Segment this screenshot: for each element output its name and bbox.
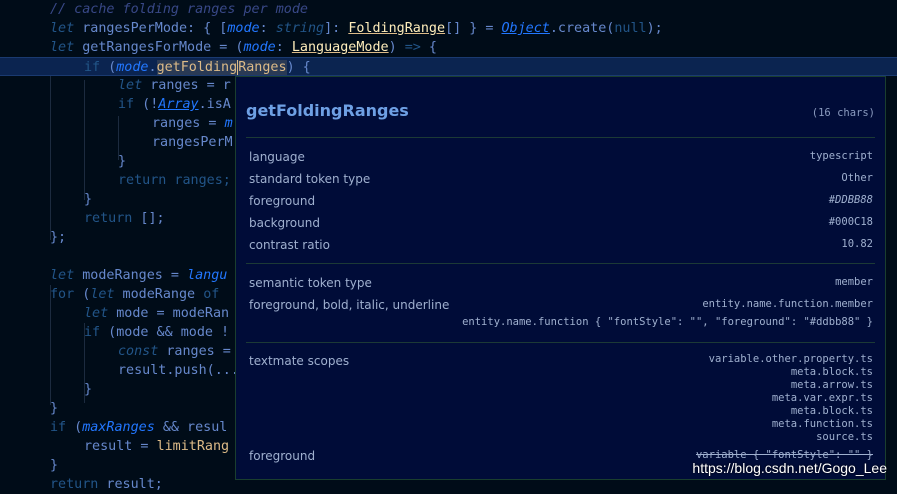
inspector-row-foreground: foreground #DDBB88 [249,194,873,208]
inspector-row-fg-style-detail: entity.name.function { "fontStyle": "", … [462,316,873,328]
scope-item: meta.block.ts [790,366,873,378]
comment-token: // cache folding ranges per mode [50,2,308,17]
scope-item: variable.other.property.ts [708,353,873,365]
char-count: (16 chars) [811,107,875,119]
code-line[interactable]: let rangesPerMode: { [mode: string]: Fol… [0,19,897,38]
code-line[interactable]: // cache folding ranges per mode [0,0,897,19]
divider [246,263,875,264]
inspector-row-semantic: semantic token type member [249,276,873,290]
inspector-row-fg-style: foreground, bold, italic, underline entit… [249,298,873,312]
inspector-row-contrast: contrast ratio 10.82 [249,238,873,252]
scope-item: source.ts [816,431,873,443]
code-line-current[interactable]: if (mode.getFoldingRanges) { [0,57,897,76]
token-title: getFoldingRanges [246,101,409,120]
code-line[interactable]: let getRangesForMode = (mode: LanguageMo… [0,38,897,57]
divider [246,342,875,343]
scope-item: meta.var.expr.ts [771,392,873,404]
keyword-token: let [50,21,75,36]
inspector-row-token-type: standard token type Other [249,172,873,186]
watermark: https://blog.csdn.net/Gogo_Lee [692,460,887,476]
inspector-row-language: language typescript [249,150,873,164]
divider [246,137,875,138]
inspector-row-background: background #000C18 [249,216,873,230]
token-inspector-hover: getFoldingRanges (16 chars) language type… [235,76,886,480]
scope-item: meta.arrow.ts [790,379,873,391]
scope-item: meta.function.ts [771,418,873,430]
scope-item: meta.block.ts [790,405,873,417]
textmate-scope-list: variable.other.property.ts meta.block.ts… [709,353,873,444]
